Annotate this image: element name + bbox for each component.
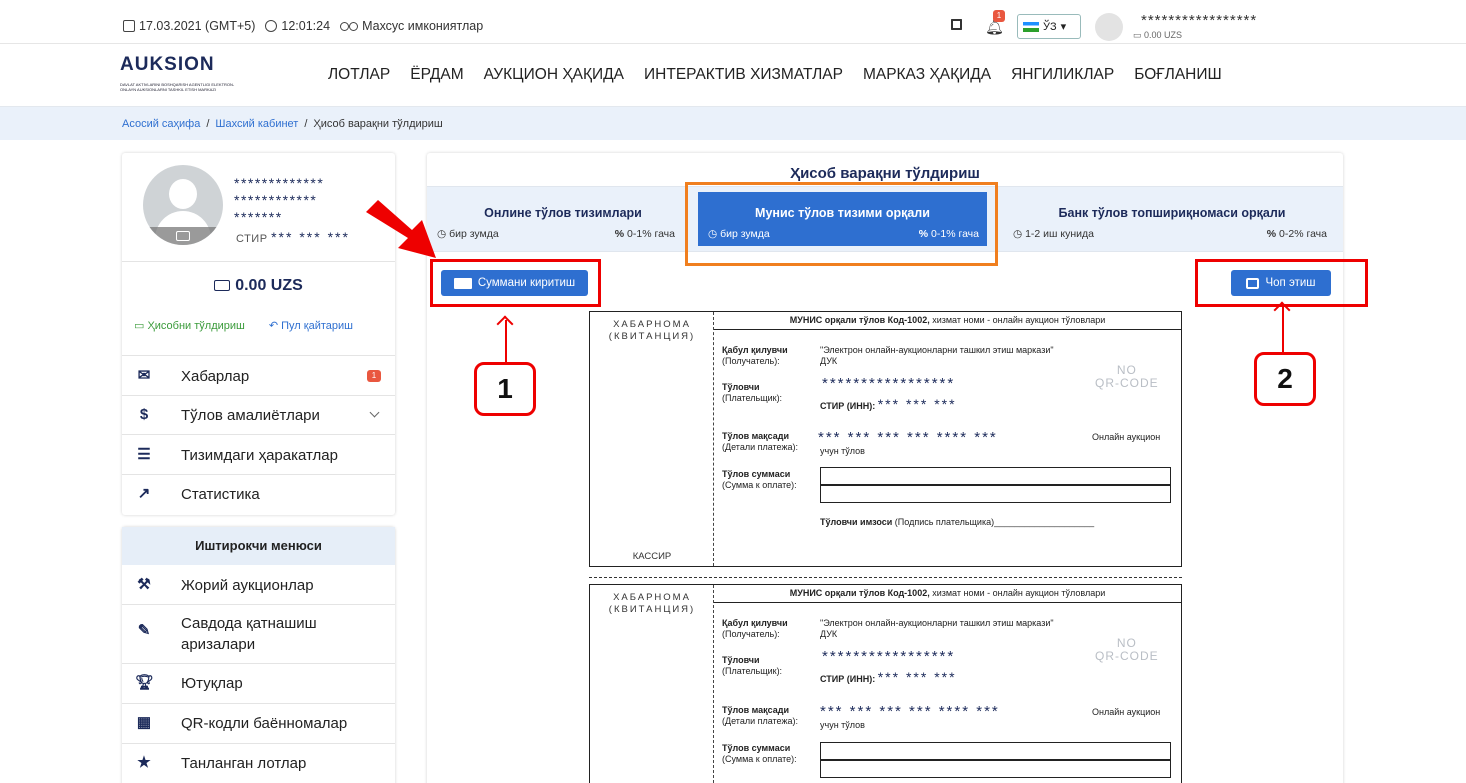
cut-line [589,577,1182,578]
trophy-icon: 🏆︎ [135,674,155,691]
receipt-form-copy: ХАБАРНОМА (КВИТАНЦИЯ) МУНИС орқали тўлов … [589,584,1182,783]
print-button[interactable]: Чоп этиш [1231,270,1331,296]
purpose-text: *** *** *** *** **** *** [818,429,998,446]
nav-item-contact[interactable]: БОҒЛАНИШ [1134,66,1222,84]
profile-name: ************* ************ ******* [234,175,325,225]
tab-bank-order[interactable]: Банк тўлов топшириқномаси орқали ◷ 1-2 и… [1001,187,1343,251]
fullscreen-icon[interactable] [951,19,962,30]
caret-down-icon: ▾ [1060,21,1067,33]
menu-item-qr-protocols[interactable]: ▦ QR-кодли баённомалар [122,703,395,743]
participant-menu-title: Иштирокчи менюси [122,527,395,565]
breadcrumb-current: Ҳисоб варақни тўлдириш [313,118,443,130]
edit-document-icon: ✎ [137,622,151,639]
language-select[interactable]: ЎЗ ▾ [1017,14,1081,39]
purpose-text: *** *** *** *** **** *** [820,703,1000,720]
wallet-icon [214,280,231,291]
nav-item-about-auction[interactable]: АУКЦИОН ҲАҚИДА [484,66,624,84]
profile-stir: СТИР *** *** *** [236,229,350,245]
breadcrumb-separator: / [206,118,210,130]
user-avatar[interactable] [1095,13,1123,41]
nav-item-news[interactable]: ЯНГИЛИКЛАР [1011,66,1114,84]
payer-name: ***************** [822,648,956,665]
percent-icon: % [1266,228,1280,240]
payer-name: ***************** [822,375,956,392]
no-qr-placeholder: NO QR-CODE [1095,363,1159,390]
no-qr-placeholder: NO QR-CODE [1095,636,1159,663]
percent-icon: % [614,228,628,240]
top-bar: 17.03.2021 (GMT+5) 12:01:24 Махсус имкон… [0,0,1466,44]
breadcrumb: Асосий саҳифа / Шахсий кабинет / Ҳисоб в… [122,118,443,130]
topup-link[interactable]: ▭ Ҳисобни тўлдириш [134,319,245,332]
sum-field [820,742,1171,760]
arrow-up-icon [505,320,507,364]
refund-link[interactable]: ↶ Пул қайтариш [269,319,353,332]
red-pointer-arrow [366,200,436,258]
chevron-down-icon [369,407,380,418]
notification-badge: 1 [993,10,1005,22]
highlight-selected-method [685,182,998,266]
user-name[interactable]: ***************** [1141,12,1257,29]
step-marker-1: 1 [474,362,536,416]
uzbekistan-flag-icon [1023,21,1039,32]
qr-code-icon: ▦ [136,714,152,731]
tab-online-payments[interactable]: Онлине тўлов тизимлари ◷ бир зумда % 0-1… [427,187,683,251]
enter-sum-button[interactable]: Суммани киритиш [441,270,588,296]
receipt-form: ХАБАРНОМА (КВИТАНЦИЯ) КАССИР МУНИС орқали… [589,311,1182,567]
sum-words-field [820,485,1171,503]
clock-icon [265,20,278,32]
messages-badge: 1 [367,370,381,382]
nav-item-interactive-services[interactable]: ИНТЕРАКТИВ ХИЗМАТЛАР [644,66,843,84]
sidebar-item-messages[interactable]: ✉ Хабарлар 1 [122,356,395,396]
sidebar-item-actions[interactable]: ☰ Тизимдаги ҳаракатлар [122,435,395,475]
nav-item-help[interactable]: ЁРДАМ [410,66,463,84]
reply-icon: ↶ [268,320,282,332]
receipt-header: МУНИС орқали тўлов Код-1002, хизмат номи… [714,312,1181,330]
list-icon: ☰ [137,446,151,463]
envelope-icon: ✉ [137,367,151,384]
menu-item-winnings[interactable]: 🏆︎ Ютуқлар [122,663,395,703]
nav-menu: ЛОТЛАР ЁРДАМ АУКЦИОН ҲАҚИДА ИНТЕРАКТИВ Х… [328,66,1222,84]
sum-field [820,467,1171,485]
signature-line: Тўловчи имзоси (Подпись плательщика)____… [820,517,1095,527]
accessibility-link[interactable]: Махсус имкониятлар [340,19,483,33]
nav-item-lots[interactable]: ЛОТЛАР [328,66,390,84]
star-icon: ★ [137,754,151,771]
calendar-icon [123,20,135,32]
menu-item-favorite-lots[interactable]: ★ Танланган лотлар [122,743,395,783]
breadcrumb-home[interactable]: Асосий саҳифа [122,118,200,130]
glasses-icon [340,21,359,31]
invoice-icon: $ [139,406,149,423]
money-icon: ▭ [134,320,148,332]
site-logo[interactable]: AUKSION [120,54,215,76]
sidebar-item-payments[interactable]: $ Тўлов амалиётлари [122,395,395,435]
printer-icon [1246,277,1260,289]
clock-icon: ◷ [1013,228,1026,240]
time-display: 12:01:24 [265,19,330,33]
sum-words-field [820,760,1171,778]
wallet-icon: ▭ [1133,30,1145,40]
money-bill-icon [453,277,472,289]
user-balance: ▭ 0.00 UZS [1133,30,1183,40]
sidebar-item-statistics[interactable]: ↗ Статистика [122,474,395,514]
breadcrumb-separator: / [304,118,308,130]
profile-card: ************* ************ ******* СТИР … [122,153,395,515]
receipt-header: МУНИС орқали тўлов Код-1002, хизмат номи… [714,585,1181,603]
arrow-up-icon [1282,306,1284,354]
breadcrumb-cabinet[interactable]: Шахсий кабинет [215,118,298,130]
date-display: 17.03.2021 (GMT+5) [123,19,255,33]
camera-icon[interactable] [176,231,190,241]
chart-line-icon: ↗ [137,485,151,502]
nav-item-about-center[interactable]: МАРКАЗ ҲАҚИДА [863,66,991,84]
gavel-icon: ⚒ [137,576,151,593]
profile-balance: 0.00 UZS [122,277,395,295]
logo-subtitle: DAVLAT AKTIVLARINI BOSHQARISH AGENTLIGI … [120,82,235,92]
profile-avatar[interactable] [143,165,223,245]
step-marker-2: 2 [1254,352,1316,406]
page-title: Ҳисоб варақни тўлдириш [790,165,980,182]
menu-item-applications[interactable]: ✎ Савдода қатнашиш аризалари [122,605,395,658]
participant-menu: Иштирокчи менюси ⚒ Жорий аукционлар ✎ Са… [122,527,395,783]
menu-item-current-auctions[interactable]: ⚒ Жорий аукционлар [122,565,395,605]
